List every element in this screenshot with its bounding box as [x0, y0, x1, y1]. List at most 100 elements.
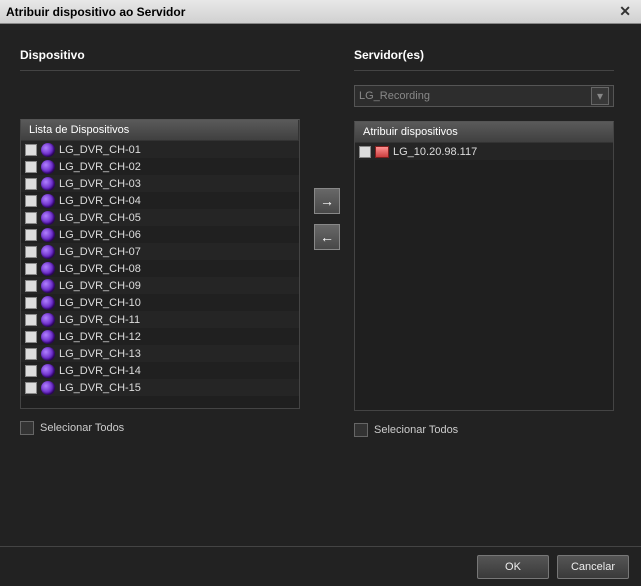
server-panel: Servidor(es) LG_Recording ▾ Atribuir dis…: [354, 48, 614, 437]
camera-icon: [41, 330, 55, 344]
device-item-label: LG_DVR_CH-11: [59, 314, 140, 326]
ok-button[interactable]: OK: [477, 555, 549, 579]
list-item[interactable]: LG_DVR_CH-14: [21, 362, 299, 379]
device-list-body[interactable]: LG_DVR_CH-01 LG_DVR_CH-02 LG_DVR_CH-03 LG_D…: [21, 141, 299, 408]
assign-list-header-label: Atribuir dispositivos: [363, 126, 458, 138]
checkbox-icon[interactable]: [25, 229, 37, 241]
checkbox-icon[interactable]: [25, 212, 37, 224]
device-item-label: LG_DVR_CH-06: [59, 229, 141, 241]
checkbox-icon[interactable]: [20, 421, 34, 435]
device-item-label: LG_DVR_CH-07: [59, 246, 141, 258]
checkbox-icon[interactable]: [25, 161, 37, 173]
list-item[interactable]: LG_DVR_CH-07: [21, 243, 299, 260]
checkbox-icon[interactable]: [25, 246, 37, 258]
checkbox-icon[interactable]: [25, 144, 37, 156]
checkbox-icon[interactable]: [25, 195, 37, 207]
checkbox-icon[interactable]: [25, 280, 37, 292]
server-panel-title: Servidor(es): [354, 48, 614, 71]
checkbox-icon[interactable]: [25, 331, 37, 343]
list-item[interactable]: LG_DVR_CH-06: [21, 226, 299, 243]
dialog-footer: OK Cancelar: [0, 546, 641, 586]
checkbox-icon[interactable]: [25, 382, 37, 394]
list-item[interactable]: LG_DVR_CH-12: [21, 328, 299, 345]
dialog-window: Atribuir dispositivo ao Servidor ✕ Dispo…: [0, 0, 641, 586]
device-item-label: LG_DVR_CH-04: [59, 195, 141, 207]
arrow-left-icon: ←: [320, 229, 334, 245]
server-item-label: LG_10.20.98.117: [393, 146, 477, 158]
list-item[interactable]: LG_DVR_CH-11: [21, 311, 299, 328]
assign-list-header[interactable]: Atribuir dispositivos: [355, 122, 613, 143]
device-list-header[interactable]: Lista de Dispositivos: [21, 120, 299, 141]
device-item-label: LG_DVR_CH-14: [59, 365, 141, 377]
titlebar[interactable]: Atribuir dispositivo ao Servidor ✕: [0, 0, 641, 24]
device-item-label: LG_DVR_CH-01: [59, 144, 141, 156]
move-left-button[interactable]: ←: [314, 224, 340, 250]
list-item[interactable]: LG_DVR_CH-13: [21, 345, 299, 362]
camera-icon: [41, 296, 55, 310]
camera-icon: [41, 160, 55, 174]
checkbox-icon[interactable]: [25, 365, 37, 377]
close-icon[interactable]: ✕: [615, 3, 635, 20]
window-title: Atribuir dispositivo ao Servidor: [6, 5, 615, 19]
server-select-all-label: Selecionar Todos: [374, 424, 458, 436]
arrow-right-icon: →: [320, 193, 334, 209]
list-item[interactable]: LG_DVR_CH-08: [21, 260, 299, 277]
checkbox-icon[interactable]: [25, 263, 37, 275]
device-select-all[interactable]: Selecionar Todos: [20, 421, 300, 435]
cancel-button[interactable]: Cancelar: [557, 555, 629, 579]
list-item[interactable]: LG_DVR_CH-02: [21, 158, 299, 175]
dialog-body: Dispositivo Lista de Dispositivos LG_DVR…: [0, 24, 641, 546]
device-list-header-label: Lista de Dispositivos: [29, 124, 129, 136]
list-item[interactable]: LG_DVR_CH-04: [21, 192, 299, 209]
camera-icon: [41, 381, 55, 395]
device-item-label: LG_DVR_CH-15: [59, 382, 141, 394]
device-item-label: LG_DVR_CH-09: [59, 280, 141, 292]
device-item-label: LG_DVR_CH-12: [59, 331, 141, 343]
checkbox-icon[interactable]: [359, 146, 371, 158]
device-panel: Dispositivo Lista de Dispositivos LG_DVR…: [20, 48, 300, 435]
device-item-label: LG_DVR_CH-13: [59, 348, 141, 360]
list-item[interactable]: LG_DVR_CH-15: [21, 379, 299, 396]
device-item-label: LG_DVR_CH-10: [59, 297, 141, 309]
checkbox-icon[interactable]: [25, 314, 37, 326]
list-item[interactable]: LG_DVR_CH-05: [21, 209, 299, 226]
device-item-label: LG_DVR_CH-05: [59, 212, 141, 224]
move-right-button[interactable]: →: [314, 188, 340, 214]
device-item-label: LG_DVR_CH-03: [59, 178, 141, 190]
checkbox-icon[interactable]: [25, 348, 37, 360]
server-dropdown[interactable]: LG_Recording ▾: [354, 85, 614, 107]
checkbox-icon[interactable]: [25, 297, 37, 309]
server-select-all[interactable]: Selecionar Todos: [354, 423, 614, 437]
assign-listbox: Atribuir dispositivos LG_10.20.98.117: [354, 121, 614, 411]
device-panel-title: Dispositivo: [20, 48, 300, 71]
list-item[interactable]: LG_DVR_CH-03: [21, 175, 299, 192]
device-item-label: LG_DVR_CH-08: [59, 263, 141, 275]
camera-icon: [41, 262, 55, 276]
camera-icon: [41, 228, 55, 242]
checkbox-icon[interactable]: [25, 178, 37, 190]
list-item[interactable]: LG_DVR_CH-01: [21, 141, 299, 158]
camera-icon: [41, 194, 55, 208]
device-listbox: Lista de Dispositivos LG_DVR_CH-01LG_DVR…: [20, 119, 300, 409]
list-item[interactable]: LG_DVR_CH-10: [21, 294, 299, 311]
camera-icon: [41, 313, 55, 327]
transfer-buttons: → ←: [314, 188, 340, 250]
list-item[interactable]: LG_10.20.98.117: [355, 143, 613, 160]
list-item[interactable]: LG_DVR_CH-09: [21, 277, 299, 294]
camera-icon: [41, 364, 55, 378]
server-dropdown-value: LG_Recording: [359, 90, 591, 102]
server-icon: [375, 146, 389, 158]
camera-icon: [41, 279, 55, 293]
chevron-down-icon[interactable]: ▾: [591, 87, 609, 105]
cancel-button-label: Cancelar: [571, 561, 615, 573]
assign-list-body[interactable]: LG_10.20.98.117: [355, 143, 613, 410]
camera-icon: [41, 347, 55, 361]
camera-icon: [41, 211, 55, 225]
panels-container: Dispositivo Lista de Dispositivos LG_DVR…: [20, 48, 621, 536]
camera-icon: [41, 177, 55, 191]
camera-icon: [41, 143, 55, 157]
device-select-all-label: Selecionar Todos: [40, 422, 124, 434]
camera-icon: [41, 245, 55, 259]
checkbox-icon[interactable]: [354, 423, 368, 437]
ok-button-label: OK: [505, 561, 521, 573]
